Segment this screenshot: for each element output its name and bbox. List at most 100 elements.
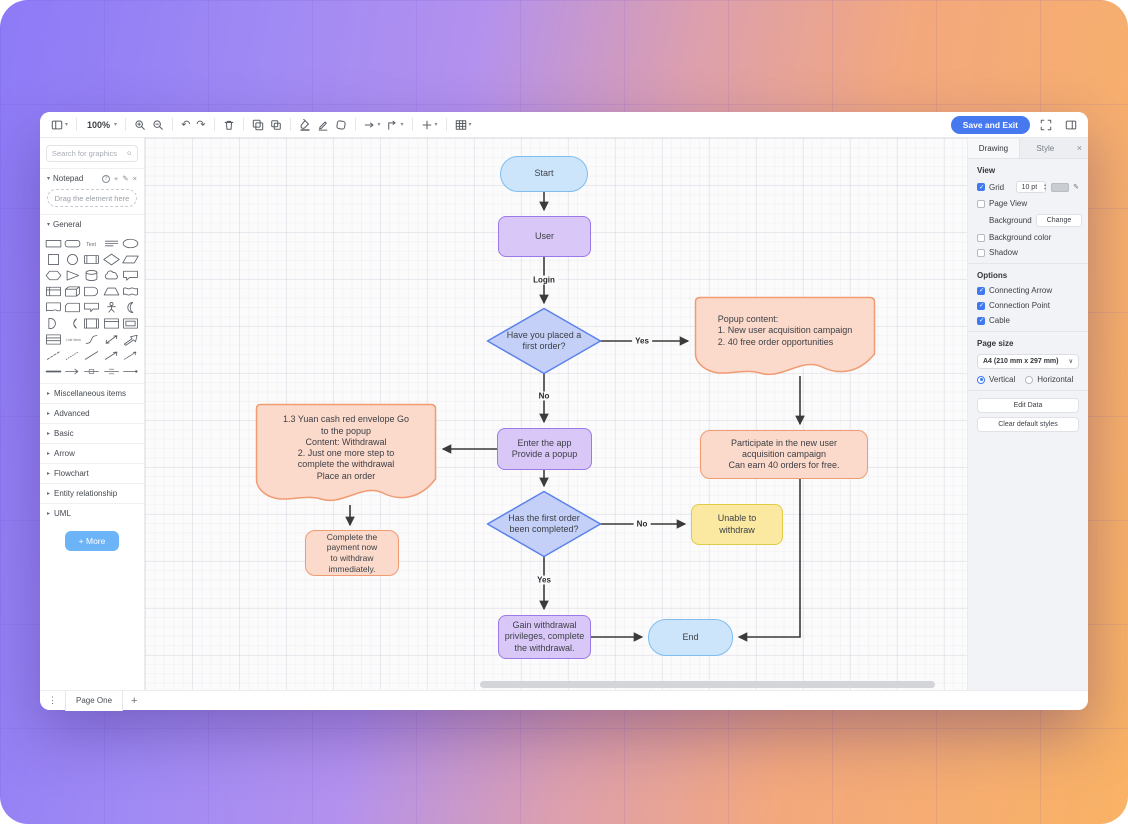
sidebar-section-arrow[interactable]: ▸Arrow <box>40 443 144 463</box>
shape-callout-down[interactable] <box>82 300 101 315</box>
save-and-exit-button[interactable]: Save and Exit <box>951 116 1030 134</box>
insert-button[interactable]: ▾ <box>418 117 441 133</box>
shape-crescent[interactable] <box>121 300 140 315</box>
more-shapes-button[interactable]: + More <box>65 531 120 551</box>
page-view-checkbox[interactable] <box>977 200 985 208</box>
help-icon[interactable]: ? <box>102 175 110 183</box>
panel-toggle-button[interactable] <box>1062 117 1080 133</box>
node-unable-withdraw[interactable]: Unable to withdraw <box>691 504 783 545</box>
shape-diagonal-arrow[interactable] <box>102 348 121 363</box>
edit-color-icon[interactable]: ✎ <box>1073 183 1079 191</box>
zoom-in-button[interactable] <box>131 117 149 133</box>
shape-heading[interactable] <box>102 236 121 251</box>
table-button[interactable]: ▾ <box>452 117 475 133</box>
clear-default-styles-button[interactable]: Clear default styles <box>977 417 1079 432</box>
connection-point-checkbox[interactable] <box>977 302 985 310</box>
sidebar-section-miscellaneous-items[interactable]: ▸Miscellaneous items <box>40 383 144 403</box>
shape-cylinder[interactable] <box>82 268 101 283</box>
node-first-order-decision[interactable]: Have you placed a first order? <box>486 307 602 375</box>
shape-text[interactable]: Text <box>82 236 101 251</box>
change-background-button[interactable]: Change <box>1036 214 1083 227</box>
page-tab[interactable]: Page One <box>65 691 123 711</box>
node-user[interactable]: User <box>498 216 591 257</box>
cable-checkbox[interactable] <box>977 317 985 325</box>
tab-drawing[interactable]: Drawing <box>968 139 1020 158</box>
shape-hexagon[interactable] <box>44 268 63 283</box>
shape-callout[interactable] <box>121 268 140 283</box>
horizontal-radio[interactable] <box>1025 376 1033 384</box>
shape-internal-storage[interactable] <box>44 284 63 299</box>
search-input[interactable] <box>52 149 124 158</box>
shape-wave[interactable] <box>121 284 140 299</box>
shape-arrow-right[interactable] <box>63 364 82 379</box>
tab-style[interactable]: Style <box>1020 139 1071 158</box>
page-menu-icon[interactable]: ⋮ <box>40 695 65 706</box>
add-icon[interactable]: + <box>114 174 118 183</box>
shape-cube[interactable] <box>63 284 82 299</box>
shape-rectangle[interactable] <box>44 236 63 251</box>
fill-color-button[interactable] <box>296 117 314 133</box>
node-order-completed-decision[interactable]: Has the first order been completed? <box>486 490 602 558</box>
connector-style-button[interactable]: ▾ <box>384 117 407 133</box>
notepad-section-header[interactable]: ▾ Notepad ? + ✎ × <box>40 168 144 188</box>
grid-checkbox[interactable] <box>977 183 985 191</box>
shape-card[interactable] <box>63 300 82 315</box>
shape-diamond[interactable] <box>102 252 121 267</box>
node-gain-withdrawal[interactable]: Gain withdrawal privileges, complete the… <box>498 615 591 659</box>
shape-square[interactable] <box>44 252 63 267</box>
sidebar-section-uml[interactable]: ▸UML <box>40 503 144 523</box>
shape-parallelogram[interactable] <box>121 252 140 267</box>
shape-delay[interactable] <box>82 284 101 299</box>
node-red-envelope-note[interactable]: 1.3 Yuan cash red envelope Go to the pop… <box>255 403 437 507</box>
shape-list[interactable] <box>44 332 63 347</box>
diagram-canvas[interactable]: Start User Have you placed a first order… <box>145 138 967 690</box>
close-panel-icon[interactable]: × <box>1071 143 1088 153</box>
shape-process[interactable] <box>82 252 101 267</box>
undo-button[interactable]: ↶ <box>178 117 193 133</box>
delete-button[interactable] <box>220 117 238 133</box>
page-size-select[interactable]: A4 (210 mm x 297 mm) ∨ <box>977 354 1079 369</box>
arrow-style-button[interactable]: ▾ <box>361 117 384 133</box>
shape-arc[interactable] <box>63 316 82 331</box>
shape-line-label-alt[interactable] <box>102 364 121 379</box>
shape-style-button[interactable] <box>332 117 350 133</box>
sidebar-section-entity-relationship[interactable]: ▸Entity relationship <box>40 483 144 503</box>
shape-arrow-line[interactable] <box>121 348 140 363</box>
sidebar-section-basic[interactable]: ▸Basic <box>40 423 144 443</box>
shape-actor[interactable] <box>102 300 121 315</box>
sidebar-toggle-button[interactable]: ▾ <box>48 117 71 133</box>
shape-trapezoid[interactable] <box>102 284 121 299</box>
fullscreen-button[interactable] <box>1037 117 1055 133</box>
grid-color-swatch[interactable] <box>1051 183 1069 192</box>
edit-icon[interactable]: ✎ <box>122 174 128 183</box>
background-color-checkbox[interactable] <box>977 234 985 242</box>
shape-curve[interactable] <box>82 332 101 347</box>
node-start[interactable]: Start <box>500 156 588 192</box>
node-end[interactable]: End <box>648 619 733 656</box>
horizontal-scrollbar[interactable] <box>480 681 935 688</box>
general-section-header[interactable]: ▾ General <box>40 214 144 234</box>
edit-data-button[interactable]: Edit Data <box>977 398 1079 413</box>
grid-size-input[interactable] <box>1016 181 1046 193</box>
shape-ellipse[interactable] <box>121 236 140 251</box>
shape-rounded-rectangle[interactable] <box>63 236 82 251</box>
pen-button[interactable] <box>314 117 332 133</box>
redo-button[interactable]: ↷ <box>193 117 208 133</box>
notepad-drop-zone[interactable]: Drag the element here <box>47 189 137 207</box>
shape-frame[interactable] <box>121 316 140 331</box>
shape-circle[interactable] <box>63 252 82 267</box>
shadow-checkbox[interactable] <box>977 249 985 257</box>
node-enter-app[interactable]: Enter the app Provide a popup <box>497 428 592 470</box>
node-complete-payment[interactable]: Complete the payment now to withdraw imm… <box>305 530 399 576</box>
shape-document[interactable] <box>44 300 63 315</box>
vertical-radio[interactable] <box>977 376 985 384</box>
shape-window[interactable] <box>102 316 121 331</box>
node-participate-campaign[interactable]: Participate in the new user acquisition … <box>700 430 868 479</box>
shape-half-circle[interactable] <box>44 316 63 331</box>
sidebar-section-flowchart[interactable]: ▸Flowchart <box>40 463 144 483</box>
shape-line-dot[interactable] <box>121 364 140 379</box>
node-popup-content[interactable]: Popup content: 1. New user acquisition c… <box>694 296 876 380</box>
shape-bold-line[interactable] <box>44 364 63 379</box>
copy-button[interactable] <box>249 117 267 133</box>
add-page-button[interactable]: + <box>123 695 145 707</box>
